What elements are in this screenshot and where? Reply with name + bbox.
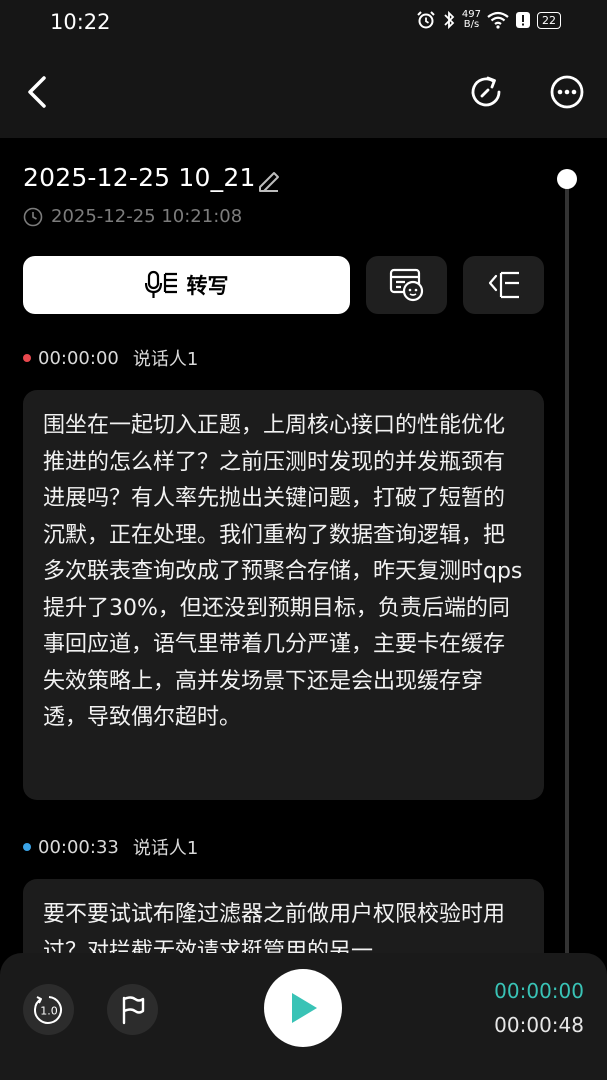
segment-speaker[interactable]: 说话人1	[133, 834, 198, 860]
recording-timestamp: 2025-12-25 10:21:08	[51, 206, 243, 227]
refresh-icon	[471, 76, 501, 107]
more-options-button[interactable]	[547, 72, 587, 112]
outline-button[interactable]	[463, 256, 544, 314]
segment-time[interactable]: 00:00:00	[38, 348, 119, 369]
recording-title: 2025-12-25 10_21	[23, 163, 256, 192]
mark-flag-button[interactable]	[107, 984, 158, 1035]
status-time: 10:22	[50, 10, 111, 34]
transcript-text: 围坐在一起切入正题，上周核心接口的性能优化推进的怎么样了？之前压测时发现的并发瓶…	[43, 413, 523, 730]
clock-icon	[23, 207, 43, 226]
speed-label: 1.0	[40, 1004, 58, 1017]
transcribe-icon	[144, 270, 177, 298]
ai-assistant-icon	[389, 268, 423, 302]
current-time: 00:00:00	[494, 979, 584, 1003]
status-icons: 497 B/s 22	[416, 10, 561, 30]
battery-indicator: 22	[537, 11, 561, 29]
segment-speaker[interactable]: 说话人1	[133, 345, 198, 371]
segment-time[interactable]: 00:00:33	[38, 837, 119, 858]
speed-icon: 1.0	[33, 995, 62, 1024]
playback-speed-button[interactable]: 1.0	[23, 984, 74, 1035]
transcribe-button[interactable]: 转写	[23, 256, 350, 314]
segment-header: 00:00:33 说话人1	[23, 834, 198, 860]
regenerate-button[interactable]	[466, 72, 506, 112]
back-button[interactable]	[20, 70, 56, 114]
play-button[interactable]	[264, 969, 342, 1047]
edit-title-button[interactable]	[256, 167, 282, 193]
alarm-icon	[417, 11, 435, 29]
alert-icon	[516, 12, 530, 28]
transcript-bubble[interactable]: 围坐在一起切入正题，上周核心接口的性能优化推进的怎么样了？之前压测时发现的并发瓶…	[23, 390, 544, 800]
status-bar: 10:22 497 B/s 22	[0, 0, 607, 48]
recording-timestamp-row: 2025-12-25 10:21:08	[23, 206, 242, 227]
transcribe-label: 转写	[186, 274, 229, 298]
total-time: 00:00:48	[494, 1013, 584, 1037]
net-speed: 497 B/s	[462, 10, 481, 30]
speaker-dot	[23, 843, 31, 851]
pencil-icon	[259, 172, 279, 192]
bluetooth-icon	[444, 10, 455, 30]
speaker-dot	[23, 354, 31, 362]
outline-list-icon	[488, 271, 519, 299]
net-speed-unit: B/s	[463, 19, 480, 30]
top-app-bar	[0, 48, 607, 138]
more-icon	[550, 75, 584, 109]
player-bar: 1.0 00:00:00 00:00:48	[0, 953, 607, 1080]
scroll-thumb[interactable]	[557, 169, 577, 189]
segment-header: 00:00:00 说话人1	[23, 345, 198, 371]
scroll-track[interactable]	[565, 178, 569, 968]
back-arrow-icon	[28, 76, 46, 108]
flag-icon	[122, 995, 144, 1024]
wifi-icon	[487, 11, 509, 29]
play-icon	[292, 993, 317, 1023]
ai-summary-button[interactable]	[366, 256, 447, 314]
